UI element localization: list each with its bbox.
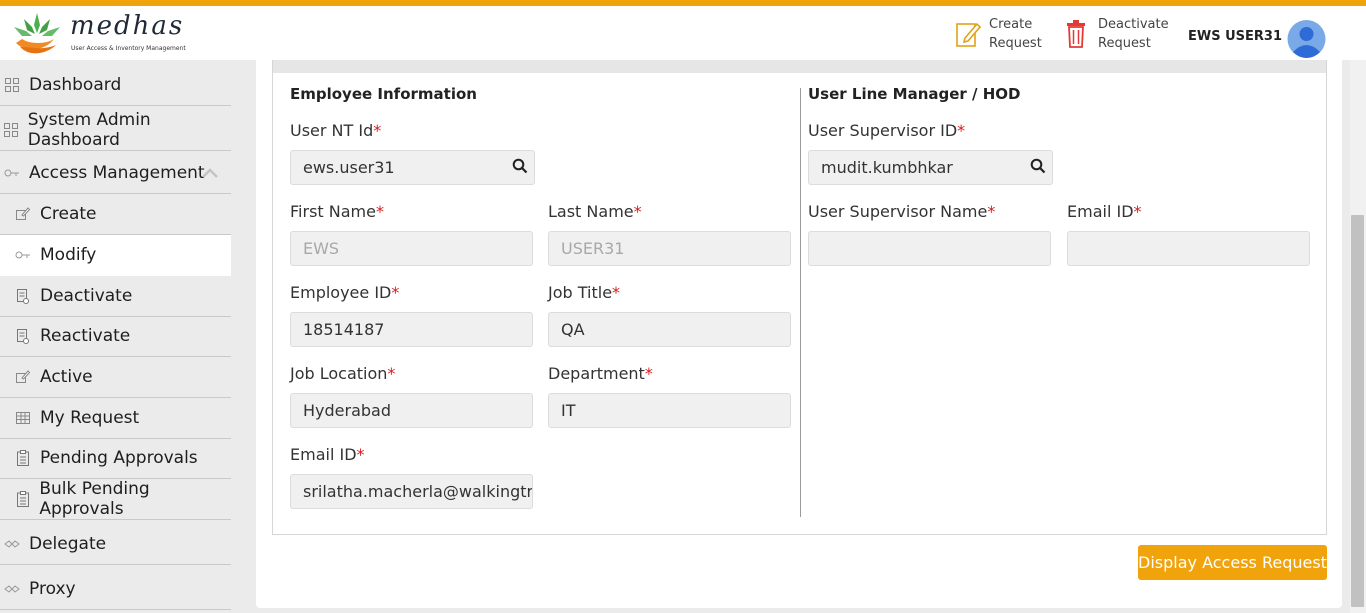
grid-icon: [4, 122, 19, 138]
job-title-label: Job Title*: [548, 283, 621, 302]
search-icon[interactable]: [512, 158, 528, 174]
chevron-up-icon[interactable]: [201, 165, 219, 181]
sidebar-item-dashboard[interactable]: Dashboard: [0, 65, 231, 106]
supervisor-name-label: User Supervisor Name*: [808, 202, 996, 221]
sidebar-item-delegate[interactable]: Delegate: [0, 524, 231, 565]
document-icon: [15, 328, 31, 344]
user-nt-id-field[interactable]: ews.user31: [290, 150, 535, 185]
sidebar-item-label: Pending Approvals: [40, 448, 198, 468]
logo-tagline: User Access & Inventory Management: [71, 45, 186, 52]
department-field[interactable]: IT: [548, 393, 791, 428]
sidebar-item-pending-approvals[interactable]: Pending Approvals: [0, 438, 231, 479]
sidebar-item-active[interactable]: Active: [0, 357, 231, 398]
supervisor-email-label: Email ID*: [1067, 202, 1142, 221]
first-name-label: First Name*: [290, 202, 384, 221]
user-nt-id-label: User NT Id*: [290, 121, 382, 140]
scrollbar-thumb[interactable]: [1351, 215, 1364, 607]
table-icon: [15, 410, 31, 426]
email-id-label: Email ID*: [290, 445, 365, 464]
page-scrollbar[interactable]: [1350, 60, 1366, 613]
edit-document-icon: [956, 22, 981, 47]
search-icon[interactable]: [1030, 158, 1046, 174]
lotus-logo-icon: [14, 13, 60, 54]
edit-icon: [15, 369, 31, 385]
job-location-label: Job Location*: [290, 364, 396, 383]
key-icon: [15, 247, 31, 263]
trash-icon: [1067, 20, 1085, 48]
job-location-field[interactable]: Hyderabad: [290, 393, 533, 428]
sidebar-item-modify[interactable]: Modify: [0, 235, 231, 276]
sidebar-item-label: Create: [40, 204, 97, 224]
create-request-label: Create Request: [989, 17, 1042, 51]
clipboard-icon: [15, 450, 31, 466]
sidebar-item-access-management[interactable]: Access Management: [0, 153, 231, 194]
key-icon: [4, 165, 20, 181]
sidebar-item-label: Proxy: [29, 579, 76, 599]
deactivate-request-label: Deactivate Request: [1098, 17, 1169, 51]
card-header-strip: [273, 60, 1326, 73]
document-icon: [15, 288, 31, 304]
employee-id-field[interactable]: 18514187: [290, 312, 533, 347]
logo-wordmark: medhas: [70, 11, 185, 41]
sidebar-item-label: My Request: [40, 408, 140, 428]
supervisor-id-field[interactable]: mudit.kumbhkar: [808, 150, 1053, 185]
last-name-label: Last Name*: [548, 202, 642, 221]
edit-icon: [15, 206, 31, 222]
supervisor-email-field[interactable]: [1067, 231, 1310, 266]
modify-request-form: Employee Information User Line Manager /…: [272, 60, 1327, 535]
sidebar-item-label: Active: [40, 367, 93, 387]
medhas-logo[interactable]: medhas User Access & Inventory Managemen…: [10, 7, 190, 59]
sidebar-item-create[interactable]: Create: [0, 194, 231, 235]
employee-id-label: Employee ID*: [290, 283, 400, 302]
create-request-button[interactable]: Create Request: [955, 14, 1069, 54]
supervisor-id-label: User Supervisor ID*: [808, 121, 966, 140]
display-access-request-button[interactable]: Display Access Request: [1138, 545, 1327, 580]
main-panel: Employee Information User Line Manager /…: [256, 60, 1342, 608]
first-name-field[interactable]: EWS: [290, 231, 533, 266]
sidebar-item-reactivate[interactable]: Reactivate: [0, 316, 231, 357]
sidebar-item-my-request[interactable]: My Request: [0, 398, 231, 439]
user-avatar-icon[interactable]: [1286, 20, 1327, 58]
sidebar-item-label: Dashboard: [29, 75, 122, 95]
deactivate-request-button[interactable]: Deactivate Request: [1064, 14, 1178, 54]
email-id-field[interactable]: srilatha.macherla@walkingtre: [290, 474, 533, 509]
sidebar-item-system-admin-dashboard[interactable]: System Admin Dashboard: [0, 110, 231, 151]
sidebar-item-label: Deactivate: [40, 286, 133, 306]
top-bar: medhas User Access & Inventory Managemen…: [0, 0, 1366, 60]
department-label: Department*: [548, 364, 653, 383]
sidebar-item-proxy[interactable]: Proxy: [0, 569, 231, 610]
sidebar-item-label: Modify: [40, 245, 97, 265]
sidebar-item-deactivate[interactable]: Deactivate: [0, 276, 231, 317]
sidebar-item-label: Bulk Pending Approvals: [39, 479, 150, 519]
line-manager-title: User Line Manager / HOD: [808, 85, 1021, 103]
handshake-icon: [4, 581, 20, 597]
employee-information-title: Employee Information: [290, 85, 477, 103]
handshake-icon: [4, 536, 20, 552]
supervisor-name-field[interactable]: [808, 231, 1051, 266]
clipboard-icon: [15, 491, 30, 507]
job-title-field[interactable]: QA: [548, 312, 791, 347]
last-name-field[interactable]: USER31: [548, 231, 791, 266]
sidebar-item-label: Delegate: [29, 534, 107, 554]
sidebar: Dashboard System Admin Dashboard Access …: [0, 60, 240, 613]
sidebar-item-label: Access Management: [29, 163, 205, 183]
section-divider: [800, 88, 801, 517]
sidebar-item-label: Reactivate: [40, 326, 131, 346]
sidebar-item-bulk-pending-approvals[interactable]: Bulk Pending Approvals: [0, 479, 231, 520]
sidebar-item-label: System Admin Dashboard: [27, 110, 151, 150]
grid-icon: [4, 77, 20, 93]
username-label: EWS USER31: [1188, 29, 1283, 44]
